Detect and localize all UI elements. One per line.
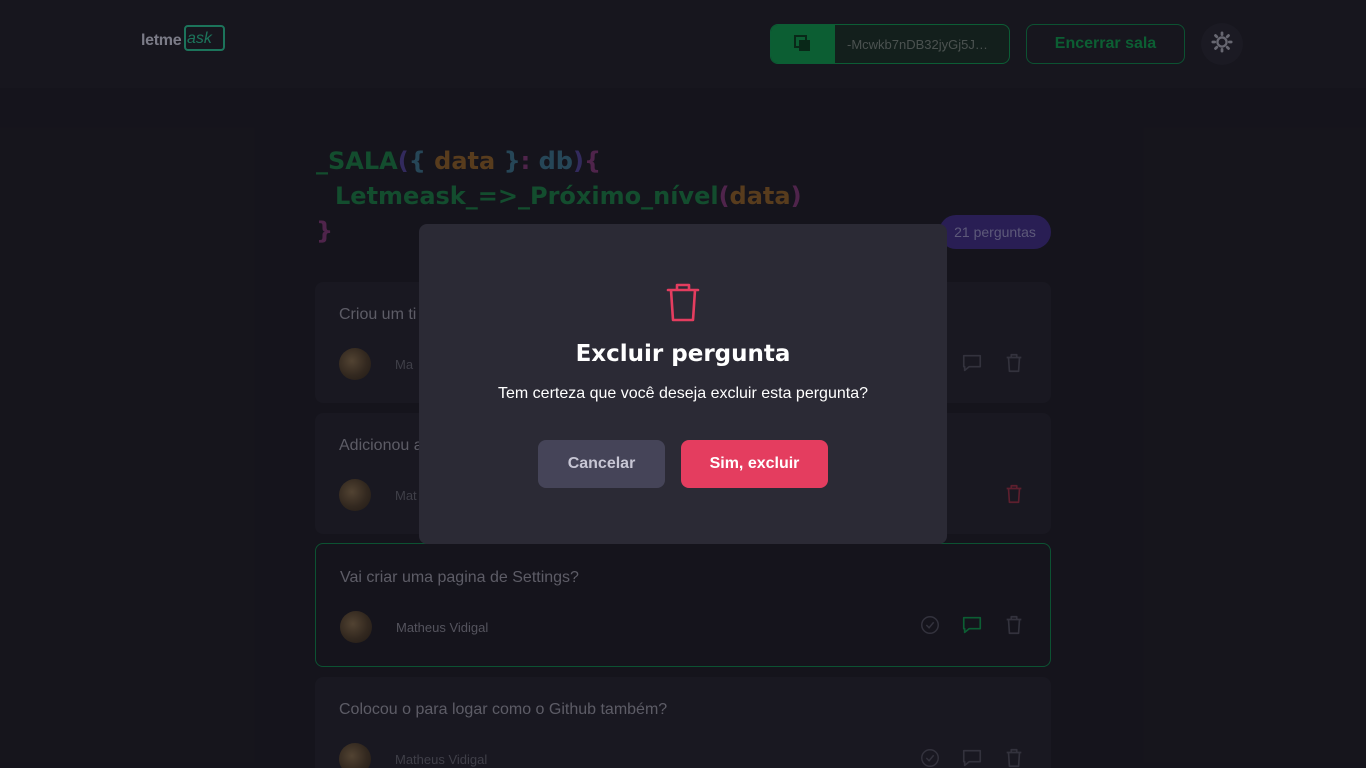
modal-title: Excluir pergunta (575, 341, 791, 367)
delete-question-modal: Excluir pergunta Tem certeza que você de… (419, 224, 947, 544)
modal-message: Tem certeza que você deseja excluir esta… (498, 385, 868, 402)
confirm-delete-button[interactable]: Sim, excluir (681, 440, 828, 488)
cancel-button[interactable]: Cancelar (538, 440, 665, 488)
trash-icon (665, 282, 701, 327)
